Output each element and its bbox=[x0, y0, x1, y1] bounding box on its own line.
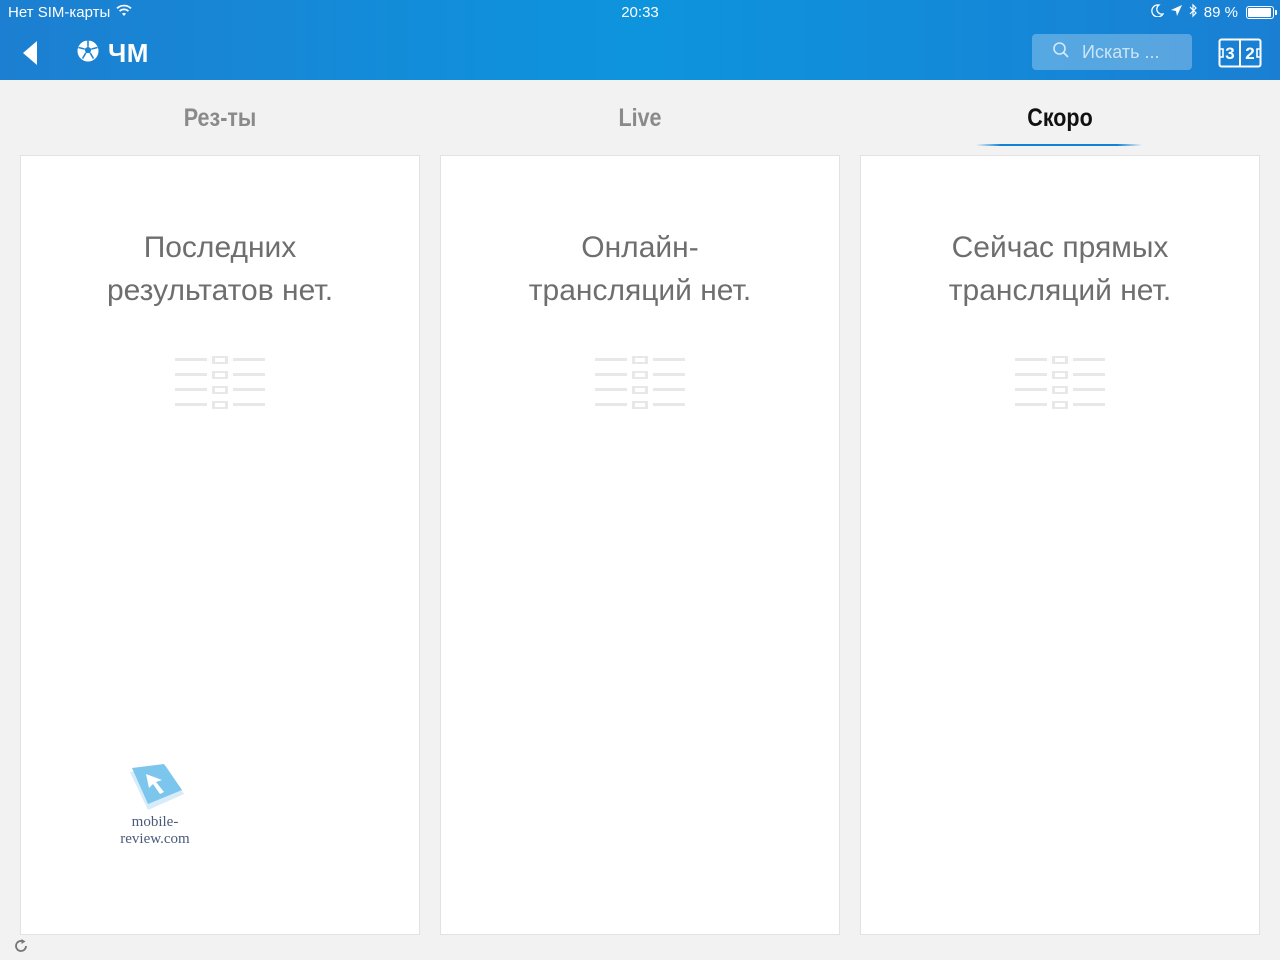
svg-text:2: 2 bbox=[1245, 44, 1254, 63]
soccer-ball-icon bbox=[76, 39, 100, 68]
watermark-text: mobile-review.com bbox=[120, 814, 190, 847]
refresh-icon[interactable] bbox=[13, 938, 29, 954]
empty-message-line-2: трансляций нет. bbox=[528, 274, 752, 307]
empty-message-line-2: результатов нет. bbox=[106, 274, 334, 307]
scoreboard-button[interactable]: 3 2 bbox=[1218, 38, 1262, 68]
bluetooth-icon bbox=[1189, 3, 1198, 22]
empty-list-icon bbox=[1015, 356, 1105, 409]
moon-icon bbox=[1151, 4, 1165, 21]
live-panel: Онлайн- трансляций нет. bbox=[440, 155, 840, 935]
empty-list-icon bbox=[175, 356, 265, 409]
location-arrow-icon bbox=[1170, 4, 1183, 21]
upcoming-panel: Сейчас прямых трансляций нет. bbox=[860, 155, 1260, 935]
battery-fill bbox=[1248, 8, 1272, 17]
empty-message-line-1: Сейчас прямых bbox=[951, 231, 1169, 264]
nav-bar: ЧМ Искать ... 3 2 bbox=[0, 26, 1280, 80]
tab-live[interactable]: Live bbox=[468, 104, 812, 148]
scoreboard-icon: 3 2 bbox=[1218, 38, 1262, 68]
search-placeholder: Искать ... bbox=[1082, 41, 1160, 62]
empty-message: Последних результатов нет. bbox=[31, 226, 409, 312]
empty-message-line-2: трансляций нет. bbox=[948, 274, 1172, 307]
tab-results[interactable]: Рез-ты bbox=[48, 104, 392, 148]
battery-percent: 89 % bbox=[1203, 4, 1238, 21]
empty-message: Сейчас прямых трансляций нет. bbox=[871, 226, 1249, 312]
status-bar: Нет SIM-карты 20:33 89 % bbox=[0, 0, 1280, 26]
status-right: 89 % bbox=[1151, 3, 1277, 22]
search-input[interactable]: Искать ... bbox=[1032, 34, 1192, 70]
back-button[interactable] bbox=[14, 36, 48, 70]
nav-title-group: ЧМ bbox=[76, 38, 149, 69]
empty-message-line-1: Последних bbox=[143, 231, 297, 264]
empty-message-line-1: Онлайн- bbox=[581, 231, 699, 264]
tab-upcoming[interactable]: Скоро bbox=[888, 104, 1232, 148]
page-title: ЧМ bbox=[108, 38, 149, 68]
empty-list-icon bbox=[595, 356, 685, 409]
watermark: mobile-review.com bbox=[100, 764, 210, 847]
app-header: Нет SIM-карты 20:33 89 % ЧМ Искать ... 3… bbox=[0, 0, 1280, 80]
status-time: 20:33 bbox=[621, 4, 659, 21]
active-tab-indicator bbox=[976, 144, 1142, 146]
search-icon bbox=[1052, 41, 1070, 64]
empty-message: Онлайн- трансляций нет. bbox=[451, 226, 829, 312]
watermark-logo bbox=[130, 764, 184, 810]
results-panel: Последних результатов нет. bbox=[20, 155, 420, 935]
back-arrow-icon bbox=[23, 41, 37, 65]
svg-text:3: 3 bbox=[1225, 44, 1234, 63]
battery-icon bbox=[1246, 6, 1277, 19]
